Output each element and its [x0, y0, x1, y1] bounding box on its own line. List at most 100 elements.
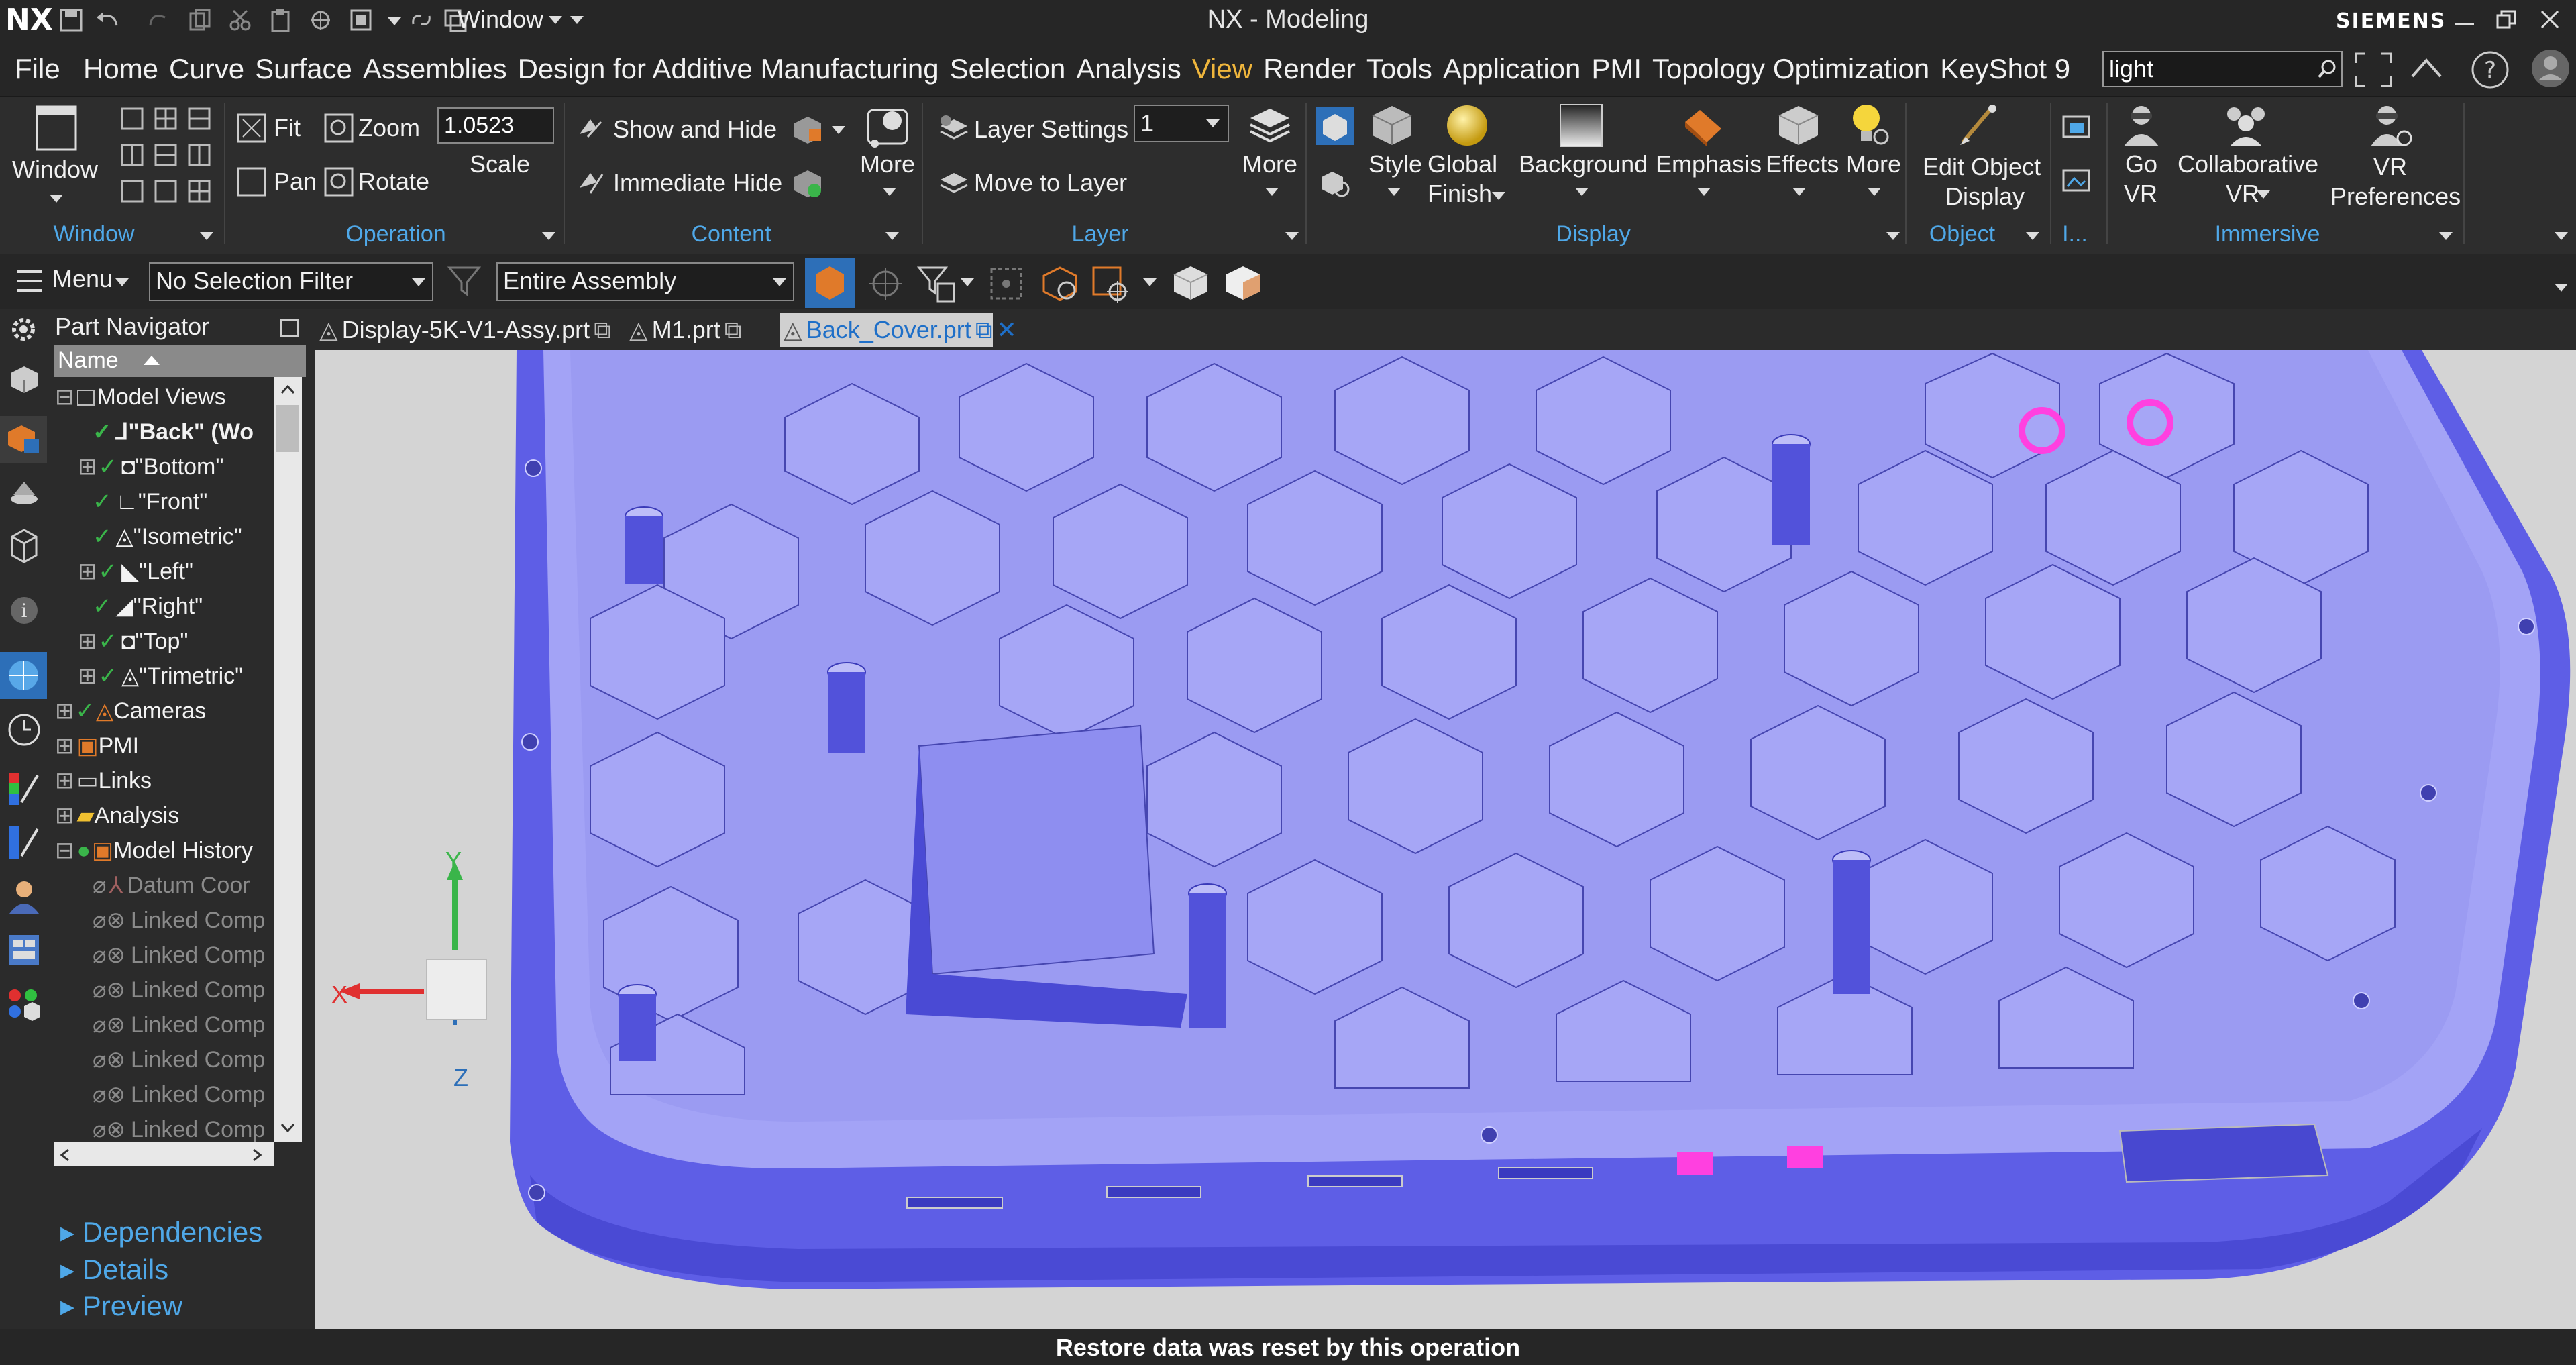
tree-row-linked[interactable]: ⌀⊗ Linked Comp — [54, 973, 279, 1007]
menu-file[interactable]: File — [9, 42, 66, 97]
shaded-view-icon[interactable] — [1315, 106, 1355, 146]
tree-row-linked[interactable]: ⌀⊗ Linked Comp — [54, 1007, 279, 1042]
tab-m1[interactable]: ◬ M1.prt ⧉ — [629, 313, 747, 347]
menu-topology[interactable]: Topology Optimization — [1647, 42, 1935, 97]
selection-filter-dropdown[interactable]: No Selection Filter — [149, 262, 433, 301]
graphics-window[interactable]: Y X Z — [315, 350, 2576, 1329]
menu-tools[interactable]: Tools — [1361, 42, 1438, 97]
tab-display-assy[interactable]: ◬ Display-5K-V1-Assy.prt ⧉ — [319, 313, 619, 347]
snap-point-icon[interactable] — [986, 264, 1026, 304]
vr-preferences-label-1[interactable]: VR — [2373, 153, 2407, 181]
filter-funnel-icon[interactable] — [447, 264, 482, 298]
view-icon[interactable] — [349, 8, 373, 32]
show-all-icon[interactable] — [792, 166, 824, 199]
rotate-button[interactable]: Rotate — [358, 168, 429, 196]
measure-icon[interactable] — [7, 824, 42, 861]
fullscreen-icon[interactable] — [2353, 51, 2394, 89]
chevron-down-icon[interactable] — [2555, 284, 2568, 292]
search-icon[interactable] — [2317, 59, 2337, 79]
view-cube-icon[interactable] — [1170, 262, 1212, 304]
horizontal-scrollbar[interactable] — [54, 1142, 274, 1166]
tree-row-datum[interactable]: ⌀ ⅄ Datum Coor — [54, 868, 279, 903]
chevron-down-icon[interactable] — [1868, 188, 1881, 196]
scroll-right-icon[interactable] — [252, 1148, 262, 1162]
save-icon[interactable] — [59, 8, 83, 32]
undock-button[interactable] — [280, 319, 299, 337]
user-avatar-icon[interactable] — [2530, 48, 2571, 89]
image-capture-icon[interactable] — [2061, 111, 2092, 142]
chevron-down-icon[interactable] — [542, 232, 555, 240]
effects-button[interactable]: Effects — [1766, 150, 1839, 178]
chevron-down-icon[interactable] — [2257, 190, 2270, 199]
emphasis-button[interactable]: Emphasis — [1656, 150, 1762, 178]
snap-icon[interactable] — [309, 8, 333, 32]
style-button[interactable]: Style — [1368, 150, 1422, 178]
select-component-icon[interactable] — [805, 258, 855, 308]
layer-dropdown[interactable]: 1 — [1134, 105, 1229, 142]
part-navigator-icon[interactable] — [0, 416, 47, 463]
type-filter-icon[interactable] — [916, 264, 957, 304]
go-vr-label-2[interactable]: VR — [2124, 180, 2157, 208]
global-finish-label-2[interactable]: Finish — [1428, 180, 1492, 208]
roles-user-icon[interactable] — [7, 877, 42, 915]
settings-gear-icon[interactable] — [1319, 166, 1350, 197]
menu-home[interactable]: Home — [78, 42, 164, 97]
search-input[interactable] — [2104, 52, 2305, 86]
window-menu[interactable]: Window — [458, 5, 543, 34]
close-tab-icon[interactable]: ✕ — [997, 316, 1017, 343]
menu-pmi[interactable]: PMI — [1586, 42, 1647, 97]
column-header[interactable]: Name — [54, 345, 306, 377]
immediate-hide-button[interactable]: Immediate Hide — [613, 169, 782, 197]
collaborative-vr-label-2[interactable]: VR — [2226, 180, 2259, 208]
select-feature-icon[interactable] — [865, 264, 906, 304]
move-to-layer-button[interactable]: Move to Layer — [974, 169, 1127, 197]
window-button[interactable]: Window — [7, 102, 107, 209]
tree-row-linked[interactable]: ⌀⊗ Linked Comp — [54, 903, 279, 938]
chevron-down-icon[interactable] — [1697, 188, 1711, 196]
tree-row-cameras[interactable]: ⊞✓◬Cameras — [54, 694, 279, 728]
chevron-down-icon[interactable] — [388, 17, 401, 25]
chevron-down-icon[interactable] — [2555, 232, 2568, 240]
link-icon[interactable] — [409, 8, 433, 32]
layer-settings-button[interactable]: Layer Settings — [974, 115, 1128, 144]
display-part-icon[interactable] — [792, 113, 824, 145]
back-cover-model[interactable] — [315, 350, 2576, 1329]
history-clock-icon[interactable] — [5, 711, 43, 749]
tree-row-pmi[interactable]: ⊞ ▣PMI — [54, 728, 279, 763]
chevron-down-icon[interactable] — [115, 278, 129, 286]
hamburger-menu-icon[interactable] — [16, 269, 43, 293]
global-finish-label-1[interactable]: Global — [1428, 150, 1497, 178]
preview-panel[interactable]: ▸ Preview — [60, 1289, 182, 1322]
close-button[interactable] — [2540, 9, 2560, 30]
tile-layout-icons[interactable] — [119, 106, 213, 207]
more-layer-button[interactable]: More — [1242, 150, 1297, 178]
edit-object-display-label-2[interactable]: Display — [1945, 182, 2025, 211]
edit-object-display-label-1[interactable]: Edit Object — [1923, 153, 2041, 181]
redo-icon[interactable] — [148, 8, 172, 32]
chevron-down-icon[interactable] — [1265, 188, 1279, 196]
vertical-scrollbar[interactable] — [274, 377, 302, 1142]
visual-reports-icon[interactable] — [5, 986, 43, 1024]
tab-back-cover[interactable]: ◬ Back_Cover.prt ⧉ ✕ — [780, 313, 1017, 347]
scroll-left-icon[interactable] — [60, 1148, 70, 1162]
undo-icon[interactable] — [94, 8, 121, 32]
collaborative-vr-label-1[interactable]: Collaborative — [2178, 150, 2318, 178]
chevron-down-icon[interactable] — [1792, 188, 1806, 196]
point-on-face-icon[interactable] — [1040, 264, 1080, 304]
chevron-down-icon[interactable] — [961, 278, 974, 286]
tree-row-links[interactable]: ⊞ ▭Links — [54, 763, 279, 798]
tree-row-linked[interactable]: ⌀⊗ Linked Comp — [54, 938, 279, 973]
menu-view[interactable]: View — [1187, 42, 1258, 97]
system-scenes-icon[interactable] — [7, 932, 42, 967]
chevron-down-icon[interactable] — [1387, 188, 1401, 196]
more-content-button[interactable]: More — [860, 150, 915, 178]
tree-row-linked[interactable]: ⌀⊗ Linked Comp — [54, 1112, 279, 1142]
menu-dfam[interactable]: Design for Additive Manufacturing — [513, 42, 945, 97]
chevron-down-icon[interactable] — [883, 188, 896, 196]
chevron-down-icon[interactable] — [1886, 232, 1900, 240]
collapse-ribbon-icon[interactable] — [2410, 55, 2443, 82]
tree-row-view-isometric[interactable]: ✓ ◬"Isometric" — [54, 519, 279, 554]
palette-icon[interactable] — [7, 770, 42, 808]
menu-analysis[interactable]: Analysis — [1071, 42, 1186, 97]
tree-row-model-views[interactable]: ⊟ Model Views — [54, 380, 279, 415]
